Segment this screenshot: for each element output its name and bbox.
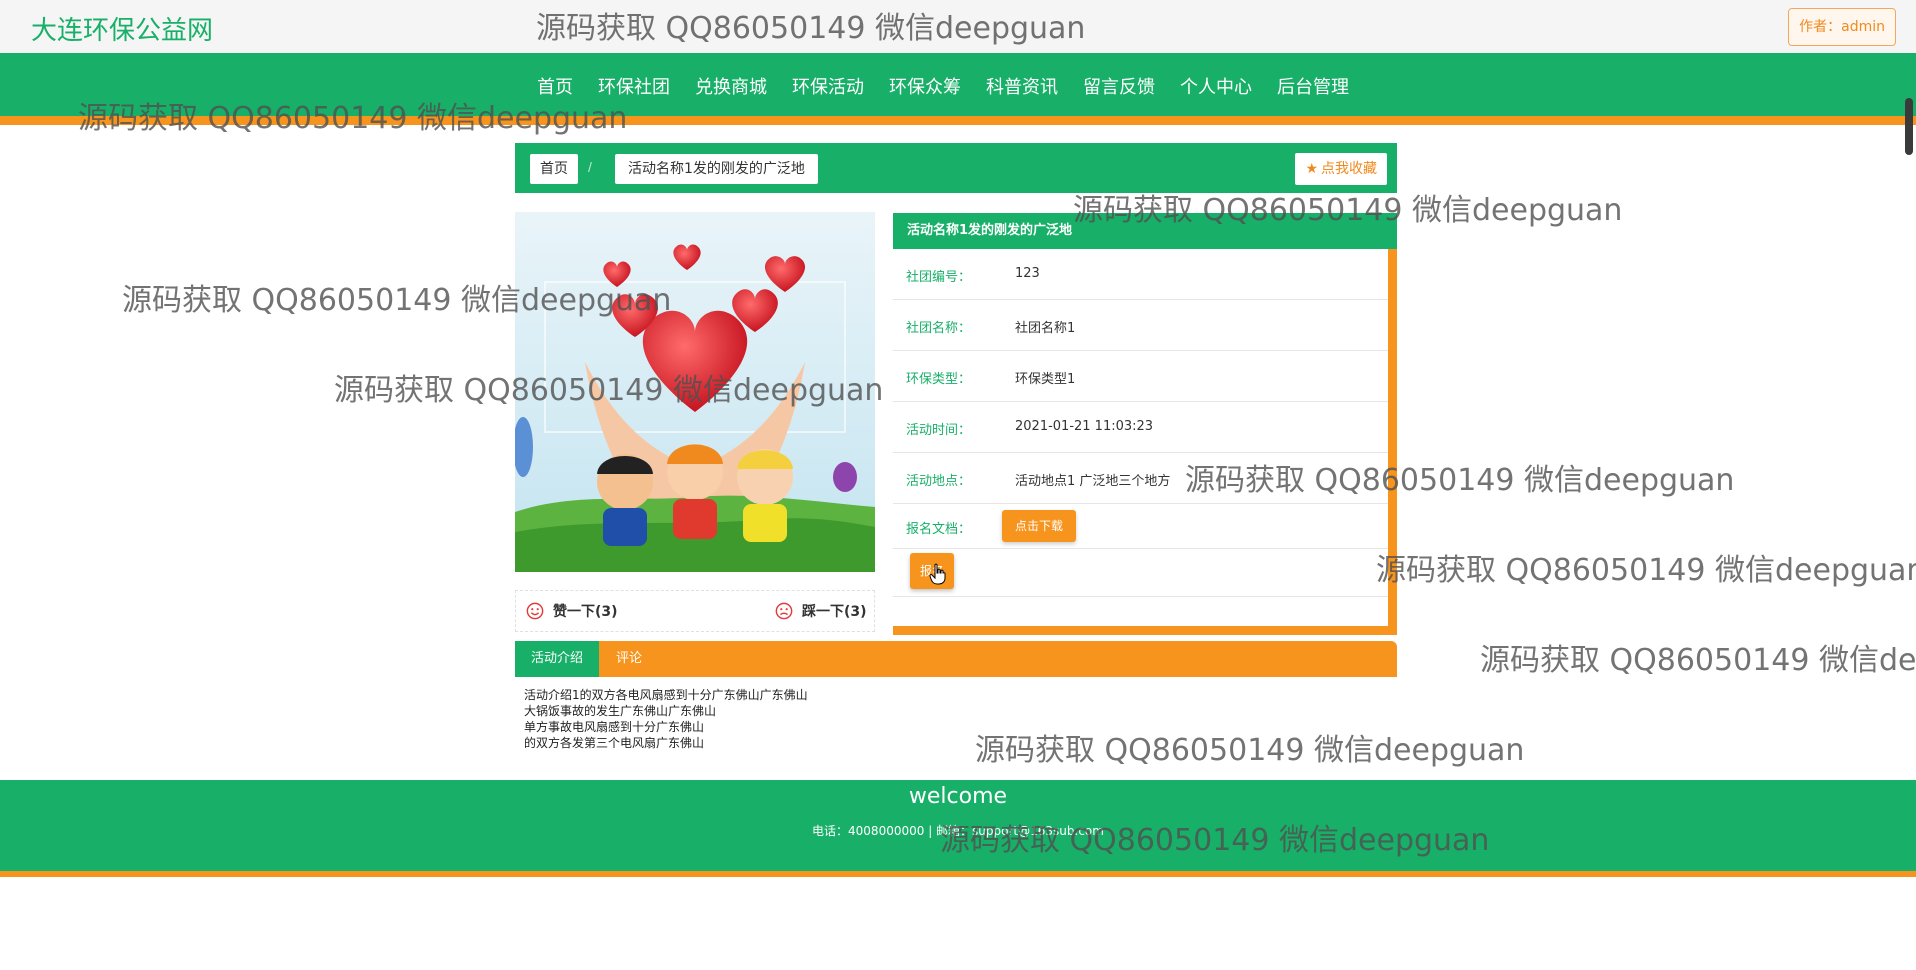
- like-button[interactable]: 赞一下(3): [526, 601, 618, 621]
- dislike-label: 踩一下(3): [802, 604, 867, 620]
- nav-item-news[interactable]: 科普资讯: [986, 73, 1058, 99]
- nav-item-crowdfunding[interactable]: 环保众筹: [889, 73, 961, 99]
- footer-contact: 电话：4008000000 | 邮箱：support@163sub.com: [812, 824, 1104, 838]
- intro-line: 活动介绍1的双方各电风扇感到十分广东佛山广东佛山: [524, 688, 808, 702]
- field-value: 环保类型1: [1015, 372, 1076, 387]
- field-value: 社团名称1: [1015, 321, 1076, 336]
- download-button[interactable]: 点击下载: [1002, 510, 1077, 542]
- author-button[interactable]: 作者：admin: [1788, 8, 1896, 46]
- smile-icon: [526, 602, 544, 620]
- watermark: 源码获取 QQ86050149 微信deepguan: [975, 733, 1525, 768]
- detail-tabs: 活动介绍 评论: [515, 641, 1397, 677]
- intro-line: 大锅饭事故的发生广东佛山广东佛山: [524, 704, 717, 718]
- detail-row-signup-doc: 报名文档： 点击下载: [893, 504, 1388, 549]
- breadcrumb-home[interactable]: 首页: [530, 154, 578, 184]
- favorite-label: 点我收藏: [1321, 161, 1377, 177]
- breadcrumb-separator: /: [588, 159, 592, 175]
- site-title[interactable]: 大连环保公益网: [31, 10, 213, 47]
- dislike-button[interactable]: 踩一下(3): [775, 601, 867, 621]
- nav-item-activities[interactable]: 环保活动: [792, 73, 864, 99]
- nav-item-shop[interactable]: 兑换商城: [695, 73, 767, 99]
- breadcrumb-current: 活动名称1发的刚发的广泛地: [615, 154, 818, 184]
- like-label: 赞一下(3): [553, 604, 618, 620]
- field-value: 2021-01-21 11:03:23: [1015, 419, 1154, 434]
- top-bar: 大连环保公益网 作者：admin: [0, 0, 1916, 53]
- field-value: 活动地点1 广泛地三个地方: [1015, 474, 1171, 489]
- activity-detail-panel: 活动名称1发的刚发的广泛地 社团编号： 123 社团名称： 社团名称1 环保类型…: [893, 213, 1397, 635]
- nav-item-clubs[interactable]: 环保社团: [598, 73, 670, 99]
- favorite-button[interactable]: ★ 点我收藏: [1295, 153, 1387, 185]
- field-label: 社团编号：: [906, 270, 972, 285]
- tab-intro[interactable]: 活动介绍: [515, 641, 600, 677]
- footer-title: welcome: [908, 784, 1008, 809]
- nav-item-admin[interactable]: 后台管理: [1277, 73, 1349, 99]
- field-label: 活动地点：: [906, 474, 972, 489]
- watermark: 源码获取 QQ86050149 微信deepguan: [1376, 553, 1916, 588]
- nav-item-feedback[interactable]: 留言反馈: [1083, 73, 1155, 99]
- detail-row-club-id: 社团编号： 123: [893, 249, 1388, 300]
- nav-item-profile[interactable]: 个人中心: [1180, 73, 1252, 99]
- detail-title: 活动名称1发的刚发的广泛地: [893, 213, 1397, 249]
- intro-line: 单方事故电风扇感到十分广东佛山: [524, 720, 705, 734]
- watermark: 源码获取 QQ86050149 微信deepguan: [1480, 643, 1916, 678]
- star-icon: ★: [1305, 161, 1318, 177]
- vote-row: 赞一下(3) 踩一下(3): [515, 590, 875, 632]
- tab-comments[interactable]: 评论: [600, 641, 658, 677]
- field-label: 环保类型：: [906, 372, 972, 387]
- detail-row-activity-time: 活动时间： 2021-01-21 11:03:23: [893, 402, 1388, 453]
- nav-item-home[interactable]: 首页: [537, 73, 573, 99]
- field-label: 社团名称：: [906, 321, 972, 336]
- footer: welcome 电话：4008000000 | 邮箱：support@163su…: [0, 780, 1916, 877]
- detail-row-signup: [893, 549, 1388, 597]
- detail-row-activity-location: 活动地点： 活动地点1 广泛地三个地方: [893, 453, 1388, 504]
- breadcrumb: 首页 / 活动名称1发的刚发的广泛地 ★ 点我收藏: [515, 143, 1397, 193]
- intro-line: 的双方各发第三个电风扇广东佛山: [524, 736, 705, 750]
- field-value: 123: [1015, 266, 1040, 281]
- field-label: 活动时间：: [906, 423, 972, 438]
- scrollbar-thumb[interactable]: [1905, 98, 1913, 155]
- main-nav: 首页 环保社团 兑换商城 环保活动 环保众筹 科普资讯 留言反馈 个人中心 后台…: [0, 53, 1916, 125]
- hand-cursor-icon: [929, 563, 946, 585]
- detail-row-eco-type: 环保类型： 环保类型1: [893, 351, 1388, 402]
- activity-image: [515, 212, 875, 572]
- field-label: 报名文档：: [906, 522, 972, 537]
- frown-icon: [775, 602, 793, 620]
- activity-intro: 活动介绍1的双方各电风扇感到十分广东佛山广东佛山 大锅饭事故的发生广东佛山广东佛…: [524, 687, 808, 751]
- detail-row-club-name: 社团名称： 社团名称1: [893, 300, 1388, 351]
